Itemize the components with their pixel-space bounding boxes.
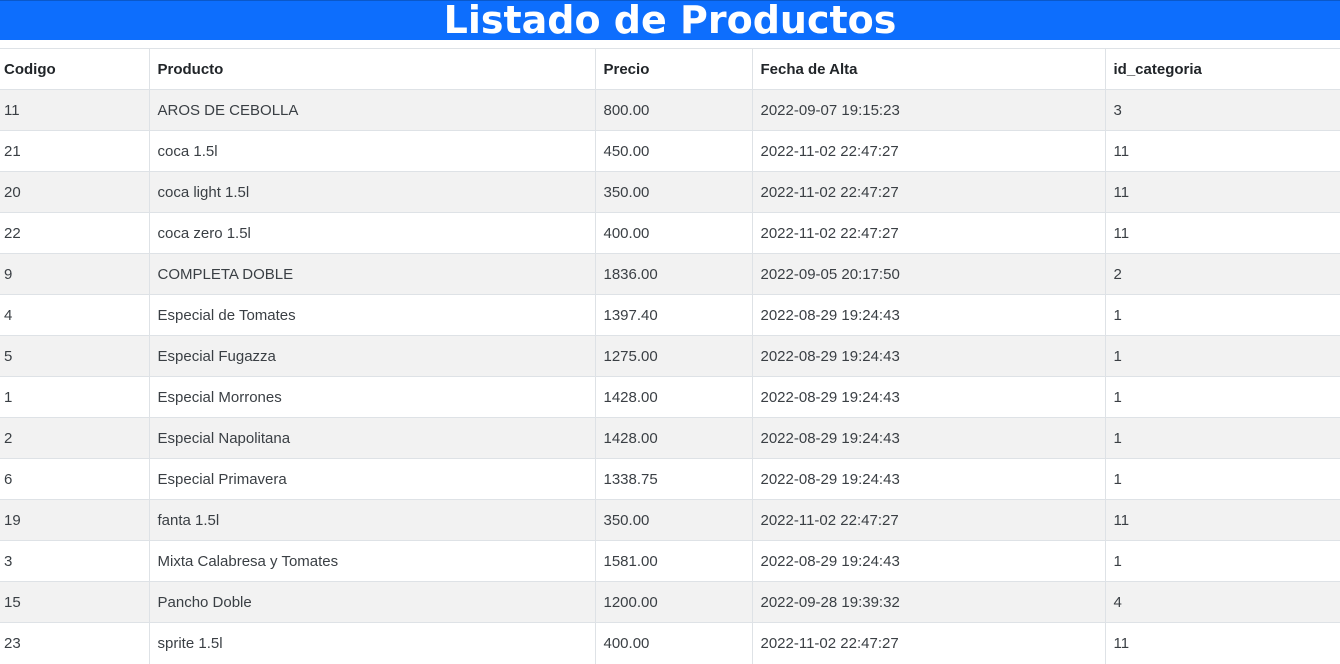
cell-codigo: 15 (0, 581, 149, 623)
cell-codigo: 6 (0, 458, 149, 500)
page-title: Listado de Productos (443, 0, 897, 42)
table-row: 3 Mixta Calabresa y Tomates 1581.00 2022-08… (0, 540, 1340, 582)
cell-id-categoria: 1 (1104, 540, 1340, 582)
table-row: 15 Pancho Doble 1200.00 2022-09-28 19:39:32… (0, 581, 1340, 623)
cell-fecha-de-alta: 2022-11-02 22:47:27 (751, 130, 1105, 172)
table-header-row: Codigo Producto Precio Fecha de Alta id_… (0, 48, 1340, 90)
cell-fecha-de-alta: 2022-08-29 19:24:43 (751, 417, 1105, 459)
table-row: 6 Especial Primavera 1338.75 2022-08-29 19:… (0, 458, 1340, 500)
cell-fecha-de-alta: 2022-11-02 22:47:27 (751, 499, 1105, 541)
cell-fecha-de-alta: 2022-11-02 22:47:27 (751, 212, 1105, 254)
table-row: 22 coca zero 1.5l 400.00 2022-11-02 22:47:2… (0, 212, 1340, 254)
cell-precio: 1200.00 (594, 581, 752, 623)
cell-producto: fanta 1.5l (148, 499, 595, 541)
cell-id-categoria: 1 (1104, 294, 1340, 336)
table-row: 9 COMPLETA DOBLE 1836.00 2022-09-05 20:17:5… (0, 253, 1340, 295)
cell-fecha-de-alta: 2022-08-29 19:24:43 (751, 294, 1105, 336)
cell-fecha-de-alta: 2022-09-07 19:15:23 (751, 89, 1105, 131)
table-row: 4 Especial de Tomates 1397.40 2022-08-29 19… (0, 294, 1340, 336)
table-row: 2 Especial Napolitana 1428.00 2022-08-29 19… (0, 417, 1340, 459)
cell-fecha-de-alta: 2022-11-02 22:47:27 (751, 171, 1105, 213)
page-header: Listado de Productos (0, 0, 1340, 40)
cell-fecha-de-alta: 2022-09-05 20:17:50 (751, 253, 1105, 295)
table-row: 23 sprite 1.5l 400.00 2022-11-02 22:47:27 11 (0, 622, 1340, 664)
cell-id-categoria: 11 (1104, 171, 1340, 213)
column-header-producto: Producto (148, 48, 595, 90)
cell-id-categoria: 3 (1104, 89, 1340, 131)
cell-codigo: 4 (0, 294, 149, 336)
table-body: 11 AROS DE CEBOLLA 800.00 2022-09-07 19:15:… (0, 89, 1340, 664)
cell-producto: AROS DE CEBOLLA (148, 89, 595, 131)
cell-codigo: 9 (0, 253, 149, 295)
cell-producto: Mixta Calabresa y Tomates (148, 540, 595, 582)
cell-producto: Especial Fugazza (148, 335, 595, 377)
cell-codigo: 23 (0, 622, 149, 664)
cell-precio: 400.00 (594, 212, 752, 254)
cell-precio: 1338.75 (594, 458, 752, 500)
column-header-id-categoria: id_categoria (1104, 48, 1340, 90)
table-header: Codigo Producto Precio Fecha de Alta id_… (0, 48, 1340, 90)
cell-precio: 800.00 (594, 89, 752, 131)
table-row: 19 fanta 1.5l 350.00 2022-11-02 22:47:27 11 (0, 499, 1340, 541)
cell-codigo: 19 (0, 499, 149, 541)
cell-id-categoria: 2 (1104, 253, 1340, 295)
cell-precio: 450.00 (594, 130, 752, 172)
cell-id-categoria: 11 (1104, 499, 1340, 541)
cell-fecha-de-alta: 2022-09-28 19:39:32 (751, 581, 1105, 623)
cell-precio: 350.00 (594, 171, 752, 213)
cell-codigo: 20 (0, 171, 149, 213)
cell-fecha-de-alta: 2022-08-29 19:24:43 (751, 540, 1105, 582)
cell-id-categoria: 1 (1104, 376, 1340, 418)
table-row: 20 coca light 1.5l 350.00 2022-11-02 22:47:… (0, 171, 1340, 213)
products-table: Codigo Producto Precio Fecha de Alta id_… (0, 48, 1340, 664)
cell-codigo: 3 (0, 540, 149, 582)
cell-id-categoria: 1 (1104, 458, 1340, 500)
cell-producto: Especial Napolitana (148, 417, 595, 459)
cell-codigo: 22 (0, 212, 149, 254)
cell-codigo: 21 (0, 130, 149, 172)
cell-producto: coca light 1.5l (148, 171, 595, 213)
table-row: 11 AROS DE CEBOLLA 800.00 2022-09-07 19:15:… (0, 89, 1340, 131)
table-row: 21 coca 1.5l 450.00 2022-11-02 22:47:27 11 (0, 130, 1340, 172)
products-table-container: Codigo Producto Precio Fecha de Alta id_… (0, 48, 1340, 664)
cell-fecha-de-alta: 2022-08-29 19:24:43 (751, 376, 1105, 418)
cell-precio: 350.00 (594, 499, 752, 541)
cell-precio: 1428.00 (594, 417, 752, 459)
cell-precio: 1397.40 (594, 294, 752, 336)
cell-fecha-de-alta: 2022-11-02 22:47:27 (751, 622, 1105, 664)
table-row: 5 Especial Fugazza 1275.00 2022-08-29 19:24… (0, 335, 1340, 377)
cell-id-categoria: 11 (1104, 130, 1340, 172)
cell-id-categoria: 11 (1104, 212, 1340, 254)
cell-id-categoria: 11 (1104, 622, 1340, 664)
cell-fecha-de-alta: 2022-08-29 19:24:43 (751, 458, 1105, 500)
cell-codigo: 2 (0, 417, 149, 459)
cell-fecha-de-alta: 2022-08-29 19:24:43 (751, 335, 1105, 377)
cell-codigo: 5 (0, 335, 149, 377)
cell-id-categoria: 1 (1104, 417, 1340, 459)
cell-producto: Pancho Doble (148, 581, 595, 623)
cell-precio: 400.00 (594, 622, 752, 664)
cell-id-categoria: 1 (1104, 335, 1340, 377)
cell-producto: coca 1.5l (148, 130, 595, 172)
cell-precio: 1428.00 (594, 376, 752, 418)
cell-producto: Especial Morrones (148, 376, 595, 418)
cell-producto: coca zero 1.5l (148, 212, 595, 254)
cell-producto: Especial de Tomates (148, 294, 595, 336)
cell-id-categoria: 4 (1104, 581, 1340, 623)
cell-precio: 1836.00 (594, 253, 752, 295)
cell-producto: sprite 1.5l (148, 622, 595, 664)
cell-producto: COMPLETA DOBLE (148, 253, 595, 295)
cell-codigo: 11 (0, 89, 149, 131)
column-header-precio: Precio (594, 48, 752, 90)
column-header-codigo: Codigo (0, 48, 149, 90)
cell-precio: 1275.00 (594, 335, 752, 377)
cell-precio: 1581.00 (594, 540, 752, 582)
table-row: 1 Especial Morrones 1428.00 2022-08-29 19:2… (0, 376, 1340, 418)
cell-producto: Especial Primavera (148, 458, 595, 500)
cell-codigo: 1 (0, 376, 149, 418)
column-header-fecha-de-alta: Fecha de Alta (751, 48, 1105, 90)
